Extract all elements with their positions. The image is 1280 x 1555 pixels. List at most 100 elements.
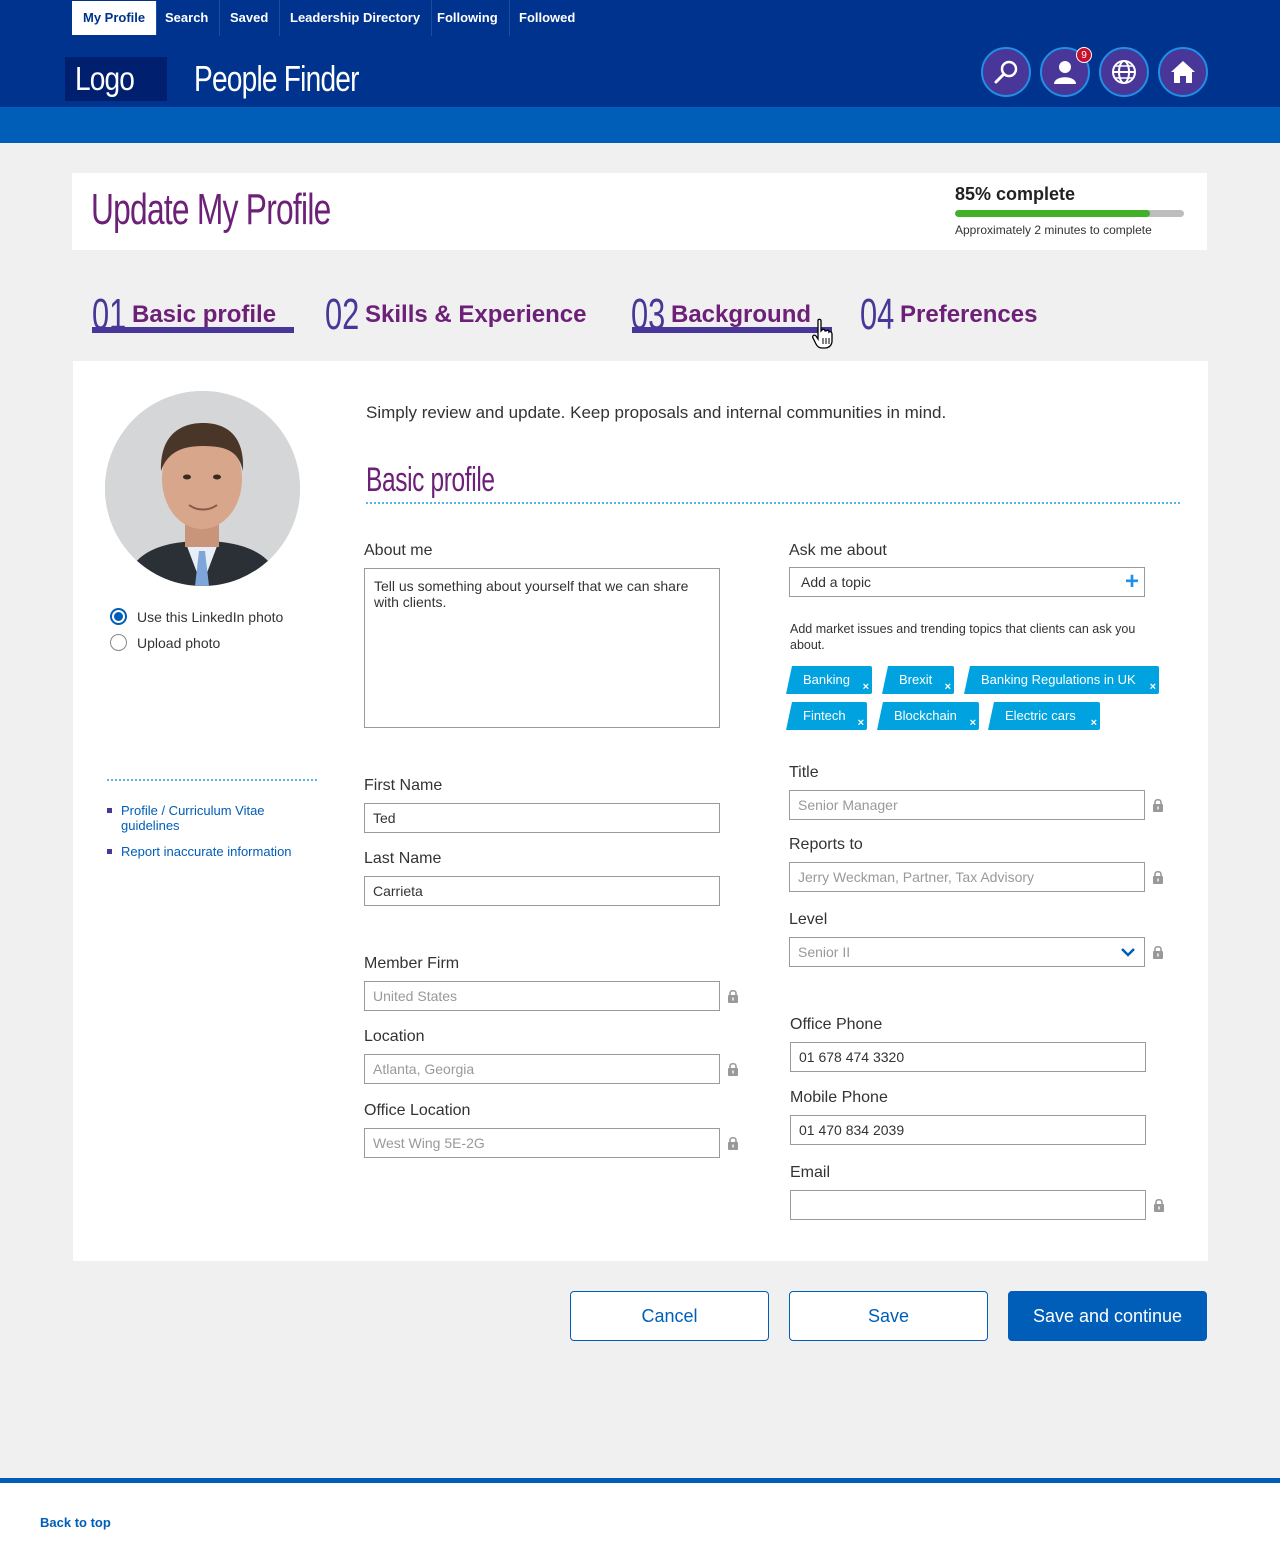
cancel-button[interactable]: Cancel (570, 1291, 769, 1341)
lock-icon (1153, 945, 1163, 959)
office-phone-field[interactable]: 01 678 474 3320 (790, 1042, 1146, 1072)
app-title: People Finder (194, 58, 359, 99)
step-skills-experience[interactable]: 02 Skills & Experience (325, 283, 587, 337)
save-button[interactable]: Save (789, 1291, 988, 1341)
title-panel: Update My Profile 85% complete Approxima… (72, 173, 1207, 250)
topic-tag[interactable]: Banking × (793, 666, 872, 694)
about-me-textarea[interactable]: Tell us something about yourself that we… (364, 568, 720, 728)
radio-upload-photo[interactable]: Upload photo (110, 634, 220, 651)
member-firm-field: United States (364, 981, 720, 1011)
level-label: Level (789, 911, 828, 928)
tag-label: Electric cars (1005, 708, 1076, 723)
link-text[interactable]: Profile / Curriculum Vitae guidelines (121, 803, 297, 833)
mobile-phone-field[interactable]: 01 470 834 2039 (790, 1115, 1146, 1145)
lock-icon (1154, 1198, 1164, 1212)
notification-badge: 9 (1076, 47, 1092, 63)
bullet-icon (107, 849, 112, 854)
tag-label: Fintech (803, 708, 846, 723)
save-and-continue-button[interactable]: Save and continue (1008, 1291, 1207, 1341)
remove-tag-icon[interactable]: × (1091, 718, 1097, 729)
tag-label: Banking Regulations in UK (981, 672, 1136, 687)
plus-icon[interactable]: + (1125, 570, 1139, 594)
link-cv-guidelines[interactable]: Profile / Curriculum Vitae guidelines (107, 803, 297, 833)
remove-tag-icon[interactable]: × (863, 682, 869, 693)
back-to-top-link[interactable]: Back to top (40, 1515, 111, 1530)
title-field: Senior Manager (789, 790, 1145, 820)
lock-icon (728, 1062, 738, 1076)
last-name-field[interactable]: Carrieta (364, 876, 720, 906)
user-icon[interactable]: 9 (1040, 47, 1092, 97)
add-topic-input[interactable]: Add a topic + (789, 567, 1145, 597)
remove-tag-icon[interactable]: × (858, 718, 864, 729)
title-label: Title (789, 764, 819, 781)
topic-tag[interactable]: Banking Regulations in UK × (971, 666, 1159, 694)
tag-label: Brexit (899, 672, 933, 687)
hand-cursor-icon (812, 318, 833, 349)
last-name-label: Last Name (364, 850, 442, 867)
link-text[interactable]: Report inaccurate information (121, 844, 292, 859)
step-label: Skills & Experience (365, 301, 587, 328)
tag-label: Blockchain (894, 708, 957, 723)
email-label: Email (790, 1164, 831, 1181)
nav-leadership-directory[interactable]: Leadership Directory (279, 0, 433, 36)
nav-my-profile[interactable]: My Profile (72, 1, 158, 35)
radio-button[interactable] (110, 608, 127, 625)
step-preferences[interactable]: 04 Preferences (860, 283, 1038, 339)
logo[interactable]: Logo (65, 57, 167, 101)
nav-following[interactable]: Following (426, 0, 510, 36)
globe-icon[interactable] (1099, 47, 1149, 97)
lock-icon (728, 989, 738, 1003)
about-me-label: About me (364, 542, 433, 559)
topic-tag[interactable]: Fintech × (793, 702, 867, 730)
ask-me-about-label: Ask me about (789, 542, 887, 559)
office-phone-label: Office Phone (790, 1016, 883, 1033)
link-report-inaccurate[interactable]: Report inaccurate information (107, 844, 292, 859)
page-title: Update My Profile (91, 185, 331, 234)
radio-use-linkedin-photo[interactable]: Use this LinkedIn photo (110, 608, 283, 625)
step-number: 04 (860, 290, 895, 339)
progress-fill (955, 210, 1150, 217)
reports-to-field: Jerry Weckman, Partner, Tax Advisory (789, 862, 1145, 892)
first-name-field[interactable]: Ted (364, 803, 720, 833)
email-field[interactable] (790, 1190, 1146, 1220)
radio-button[interactable] (110, 634, 127, 651)
level-select: Senior II (789, 937, 1145, 967)
reports-to-label: Reports to (789, 836, 863, 853)
step-underline-active (92, 327, 294, 333)
mobile-phone-label: Mobile Phone (790, 1089, 888, 1106)
location-field: Atlanta, Georgia (364, 1054, 720, 1084)
remove-tag-icon[interactable]: × (945, 682, 951, 693)
nav-saved[interactable]: Saved (219, 0, 281, 36)
tag-label: Banking (803, 672, 850, 687)
office-location-field: West Wing 5E-2G (364, 1128, 720, 1158)
section-title: Basic profile (366, 461, 495, 499)
section-divider (366, 502, 1180, 504)
topic-tag[interactable]: Blockchain × (884, 702, 979, 730)
lock-icon (728, 1136, 738, 1150)
location-label: Location (364, 1028, 425, 1045)
search-icon[interactable] (981, 47, 1031, 97)
lock-icon (1153, 870, 1163, 884)
remove-tag-icon[interactable]: × (970, 718, 976, 729)
nav-followed[interactable]: Followed (508, 0, 586, 36)
ask-me-about-helper: Add market issues and trending topics th… (790, 622, 1136, 652)
chevron-down-icon (1121, 948, 1135, 957)
progress-subtext: Approximately 2 minutes to complete (955, 223, 1152, 237)
add-topic-placeholder: Add a topic (801, 574, 872, 590)
office-location-label: Office Location (364, 1102, 471, 1119)
nav-search[interactable]: Search (154, 0, 221, 36)
remove-tag-icon[interactable]: × (1150, 682, 1156, 693)
radio-label: Use this LinkedIn photo (137, 608, 284, 625)
home-icon[interactable] (1158, 47, 1208, 97)
first-name-label: First Name (364, 777, 443, 794)
progress-label: 85% complete (955, 184, 1076, 204)
step-label: Preferences (900, 301, 1038, 328)
radio-label: Upload photo (137, 634, 221, 651)
member-firm-label: Member Firm (364, 955, 460, 972)
topic-tag[interactable]: Brexit × (889, 666, 954, 694)
topic-tag[interactable]: Electric cars × (995, 702, 1100, 730)
level-selected-value: Senior II (798, 944, 851, 960)
sidebar-divider (107, 779, 317, 781)
profile-photo (105, 391, 300, 586)
step-underline-hover (632, 327, 832, 333)
